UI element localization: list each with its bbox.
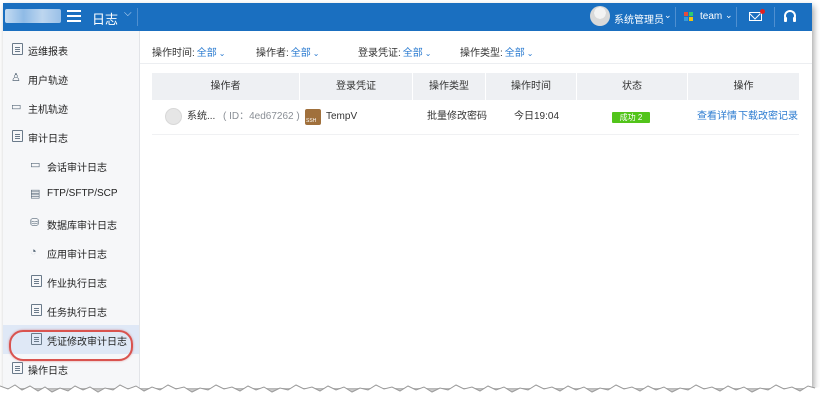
credential-name: TempV [326,111,358,122]
ftp-icon: ▤ [30,188,41,200]
team-switcher[interactable]: team [700,11,722,22]
report-icon [12,43,23,55]
chevron-down-icon[interactable]: ⌄ [527,49,534,58]
column-header: 操作类型 [413,73,486,100]
chevron-down-icon[interactable]: ⌵ [124,8,132,19]
chevron-down-icon[interactable]: ⌄ [313,49,320,58]
sidebar-item-session-audit[interactable]: ▭ 会话审计日志 [3,151,139,180]
page-title: 日志 [92,12,119,27]
status-badge: 成功 2 [612,112,650,123]
torn-edge [0,384,820,402]
sidebar-item-audit-log[interactable]: 审计日志 [3,122,139,151]
sidebar-item-user-track[interactable]: ♙ 用户轨迹 [3,64,139,93]
view-details-link[interactable]: 查看详情 [697,100,737,134]
menu-toggle-icon[interactable] [67,10,81,22]
app-window: 日志 ⌵ 系统管理员 ⌄ team ⌄ 运维报表 ♙ 用户轨迹 ▭ 主机轨迹 审… [3,3,812,388]
sidebar-item-database-audit[interactable]: ⛁ 数据库审计日志 [3,209,139,238]
table-row: 系统... ( ID：4ed67262 ) SSH TempV 批量修改密码 今… [152,100,799,135]
filter-operation-time[interactable]: 操作时间: 全部 ⌄ [152,44,225,59]
monitor-icon: ▭ [30,159,41,171]
table-header: 操作者 登录凭证 操作类型 操作时间 状态 操作 [152,73,799,100]
sidebar-item-job-log[interactable]: 作业执行日志 [3,267,139,296]
highlight-ring [9,330,133,361]
operation-type: 批量修改密码 [427,111,487,122]
filter-operation-type[interactable]: 操作类型: 全部 ⌄ [460,44,533,59]
job-icon [31,275,42,287]
top-bar: 日志 ⌵ 系统管理员 ⌄ team ⌄ [3,3,812,31]
filter-credential[interactable]: 登录凭证: 全部 ⌄ [358,44,431,59]
user-track-icon: ♙ [11,72,21,84]
chevron-down-icon[interactable]: ⌄ [219,49,226,58]
sidebar-item-app-audit[interactable]: ◔ 应用审计日志 [3,238,139,267]
user-chevron-down-icon[interactable]: ⌄ [664,10,672,21]
column-header: 状态 [577,73,688,100]
sidebar-item-ftp[interactable]: ▤ FTP/SFTP/SCP [3,180,139,209]
terminal-icon: SSH [305,109,321,125]
operation-time: 今日19:04 [514,111,560,122]
notification-dot [760,9,765,14]
operator-id: ( ID：4ed67262 ) [223,111,300,122]
team-chevron-down-icon[interactable]: ⌄ [725,10,733,21]
column-header: 操作者 [152,73,300,100]
avatar [165,108,182,125]
operator-name: 系统... [187,111,216,122]
column-header: 操作时间 [486,73,577,100]
app-icon: ◔ [30,246,37,258]
audit-log-icon [12,130,23,142]
task-icon [31,304,42,316]
column-header: 登录凭证 [300,73,413,100]
user-name[interactable]: 系统管理员 [614,11,664,26]
headset-icon[interactable] [784,10,796,22]
filter-bar: 操作时间: 全部 ⌄ 操作者: 全部 ⌄ 登录凭证: 全部 ⌄ 操作类型: 全部 ⌄ [140,31,812,64]
team-icon[interactable] [684,12,694,22]
sidebar-item-task-log[interactable]: 任务执行日志 [3,296,139,325]
filter-operator[interactable]: 操作者: 全部 ⌄ [256,44,319,59]
database-icon: ⛁ [30,217,40,229]
sidebar-item-host-track[interactable]: ▭ 主机轨迹 [3,93,139,122]
column-header: 操作 [733,81,754,92]
logo [5,9,61,23]
divider [137,8,138,26]
sidebar-item-report[interactable]: 运维报表 [3,35,139,64]
avatar[interactable] [590,6,610,26]
operation-log-icon [12,362,23,374]
chevron-down-icon[interactable]: ⌄ [425,49,432,58]
host-track-icon: ▭ [11,101,22,113]
download-record-link[interactable]: 下载改密记录 [738,100,798,134]
